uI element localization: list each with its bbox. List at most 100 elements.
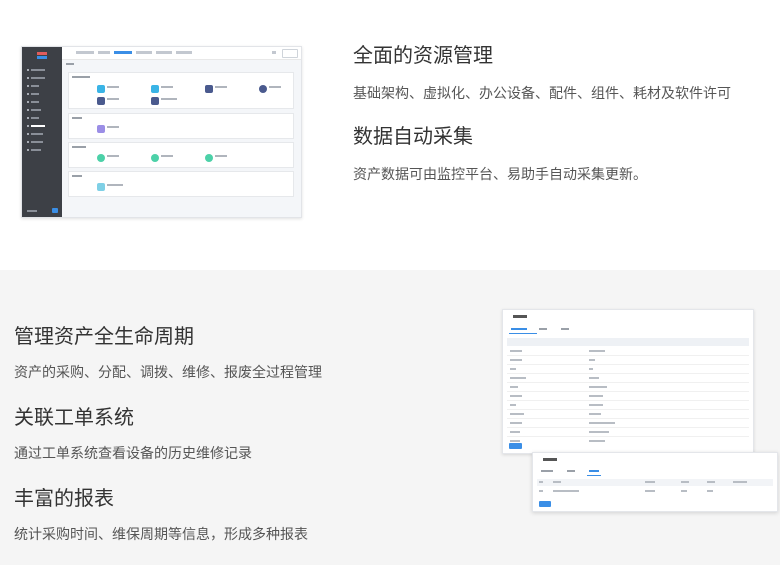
table-row — [507, 347, 749, 356]
card-label — [215, 86, 227, 88]
nav-item[interactable] — [27, 85, 57, 88]
virtual-icon[interactable] — [97, 125, 105, 133]
asset-group-panel — [68, 142, 294, 168]
group-title — [72, 117, 82, 119]
table-row — [507, 356, 749, 365]
table-header — [507, 338, 749, 346]
group-title — [72, 175, 82, 177]
card-label — [269, 86, 281, 88]
action-button[interactable] — [509, 443, 522, 449]
feature-title: 全面的资源管理 — [353, 43, 493, 67]
row-cell — [681, 490, 687, 492]
card-label — [107, 126, 119, 128]
nav-item[interactable] — [27, 77, 57, 80]
phone-icon[interactable] — [205, 154, 213, 162]
search-icon[interactable] — [272, 51, 276, 54]
tab[interactable] — [561, 328, 569, 330]
header-cell — [645, 481, 655, 483]
tab[interactable] — [176, 51, 192, 54]
app-topbar — [62, 47, 301, 60]
row-cell — [553, 490, 579, 492]
tab-active[interactable] — [114, 51, 132, 54]
nav-item[interactable] — [27, 69, 57, 72]
table-row — [507, 365, 749, 374]
office-icon[interactable] — [97, 154, 105, 162]
section-resource-management: 全面的资源管理 基础架构、虚拟化、办公设备、配件、组件、耗材及软件许可 数据自动… — [0, 0, 780, 270]
app-sidebar — [22, 47, 62, 217]
action-button[interactable] — [539, 501, 551, 507]
printer-icon[interactable] — [151, 154, 159, 162]
feature-desc: 通过工单系统查看设备的历史维修记录 — [14, 446, 252, 462]
card-label — [107, 86, 119, 88]
logo-icon — [37, 52, 47, 59]
table-row — [507, 392, 749, 401]
detail-title — [513, 315, 527, 318]
header-cell — [733, 481, 747, 483]
tab[interactable] — [156, 51, 172, 54]
table-row — [507, 437, 749, 445]
monitor-icon[interactable] — [151, 97, 159, 105]
table-row — [507, 410, 749, 419]
card-label — [107, 155, 119, 157]
table-row — [507, 374, 749, 383]
tab-active[interactable] — [589, 470, 599, 472]
tab[interactable] — [76, 51, 94, 54]
asset-group-panel — [68, 72, 294, 109]
asset-detail-screenshot — [502, 309, 754, 454]
nav-item[interactable] — [27, 109, 57, 112]
card-label — [107, 184, 123, 186]
header-cell — [681, 481, 689, 483]
server-icon[interactable] — [97, 85, 105, 93]
tab-underline — [509, 333, 537, 334]
tab[interactable] — [541, 470, 553, 472]
header-cell — [553, 481, 561, 483]
tab[interactable] — [98, 51, 110, 54]
asset-dashboard-screenshot — [21, 46, 302, 218]
nav-item[interactable] — [27, 93, 57, 96]
group-title — [72, 76, 90, 78]
table-row — [507, 419, 749, 428]
tab[interactable] — [539, 328, 547, 330]
collapse-toggle[interactable] — [52, 208, 58, 213]
card-label — [161, 98, 177, 100]
license-icon[interactable] — [97, 183, 105, 191]
feature-title: 管理资产全生命周期 — [14, 324, 194, 348]
nav-item[interactable] — [27, 101, 57, 104]
breadcrumb — [66, 63, 74, 65]
group-title — [72, 146, 86, 148]
tab-underline — [587, 475, 601, 476]
nav-item[interactable] — [27, 117, 57, 120]
table-row — [507, 401, 749, 410]
table-row — [507, 428, 749, 437]
tab-active[interactable] — [511, 328, 527, 330]
network-icon[interactable] — [151, 85, 159, 93]
asset-group-panel — [68, 113, 294, 139]
feature-title: 数据自动采集 — [353, 124, 473, 148]
card-label — [161, 86, 173, 88]
nav-item[interactable] — [27, 141, 57, 144]
card-label — [107, 98, 119, 100]
user-menu[interactable] — [282, 49, 298, 58]
device-icon[interactable] — [97, 97, 105, 105]
nav-item[interactable] — [27, 149, 57, 152]
nav-item[interactable] — [27, 133, 57, 136]
row-cell — [645, 490, 655, 492]
feature-desc: 资产数据可由监控平台、易助手自动采集更新。 — [353, 167, 647, 183]
nav-item-active[interactable] — [27, 125, 57, 128]
tab[interactable] — [136, 51, 152, 54]
feature-title: 关联工单系统 — [14, 405, 134, 429]
storage-icon[interactable] — [205, 85, 213, 93]
tab[interactable] — [567, 470, 575, 472]
feature-title: 丰富的报表 — [14, 486, 114, 510]
card-label — [215, 155, 227, 157]
history-title — [543, 458, 557, 461]
asset-group-panel — [68, 171, 294, 197]
header-cell — [707, 481, 715, 483]
repair-history-screenshot — [532, 452, 778, 512]
row-cell — [707, 490, 713, 492]
security-icon[interactable] — [259, 85, 267, 93]
row-cell — [539, 490, 543, 492]
feature-desc: 资产的采购、分配、调拨、维修、报废全过程管理 — [14, 365, 322, 381]
table-row — [507, 383, 749, 392]
header-cell — [539, 481, 543, 483]
